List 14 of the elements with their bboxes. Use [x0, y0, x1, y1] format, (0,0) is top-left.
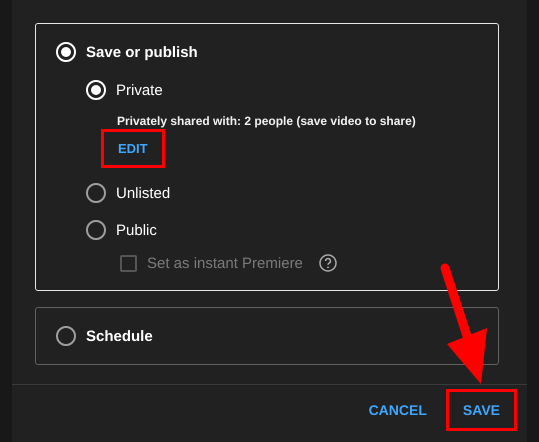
option-label: Save or publish — [86, 44, 198, 60]
dialog-button[interactable]: SAVE — [448, 392, 514, 428]
edit-link[interactable]: EDIT — [104, 132, 162, 165]
radio-button[interactable] — [86, 220, 106, 240]
dialog-button[interactable]: CANCEL — [354, 392, 441, 428]
help-icon[interactable] — [318, 254, 337, 272]
option-label: Unlisted — [116, 184, 170, 202]
radio-button[interactable] — [56, 326, 76, 346]
option-label: Schedule — [86, 328, 153, 344]
checkbox-label: Set as instant Premiere — [147, 254, 303, 272]
radio-button[interactable] — [86, 183, 106, 203]
option-label: Public — [116, 222, 157, 238]
sharing-note: Privately shared with: 2 people (save video to share) — [117, 114, 417, 128]
option-label: Private — [116, 82, 163, 98]
